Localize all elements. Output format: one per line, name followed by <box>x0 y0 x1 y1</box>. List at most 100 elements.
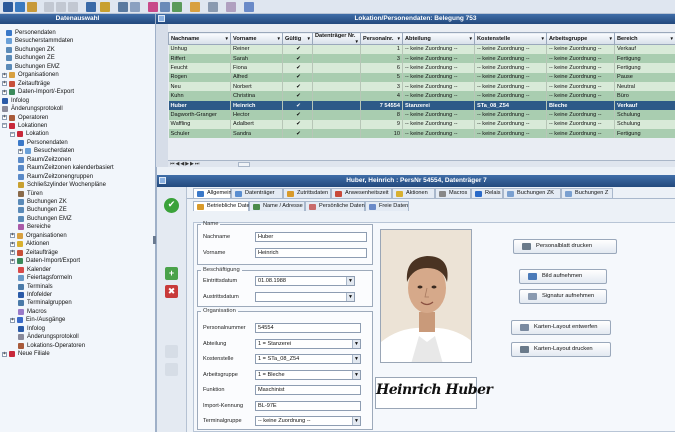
sort-dropdown-icon[interactable]: ▼ <box>541 36 545 41</box>
org-select[interactable]: 1 = Stanzerei ▼ <box>255 338 361 349</box>
table-icon[interactable] <box>160 2 170 12</box>
tree-item[interactable]: Raum/Zeitzonengruppen <box>18 173 93 181</box>
paste-icon[interactable] <box>68 2 78 12</box>
tree-item[interactable]: Türen <box>18 190 43 198</box>
karten-layout-entwerfen-button[interactable]: Karten-Layout entwerfen <box>511 320 611 335</box>
tree-item[interactable]: + Zeitaufträge <box>2 80 50 88</box>
report-icon[interactable] <box>208 2 218 12</box>
expand-icon[interactable]: + <box>10 250 15 256</box>
sort-dropdown-icon[interactable]: ▼ <box>609 36 613 41</box>
cut-icon[interactable] <box>44 2 54 12</box>
column-header[interactable]: Bereich ▼ <box>614 32 675 45</box>
copy-icon[interactable] <box>56 2 66 12</box>
table-row[interactable]: Huber Heinrich ✔ 7 54554 Stanzerei STa_08_Z54… <box>168 100 675 111</box>
expand-icon[interactable]: + <box>2 89 7 95</box>
tree-item[interactable]: Personendaten <box>18 139 68 147</box>
filter-icon[interactable] <box>148 2 158 12</box>
expand-icon[interactable]: + <box>2 115 7 120</box>
tab-macros[interactable]: Macros <box>435 188 471 198</box>
chevron-down-icon[interactable]: ▼ <box>352 417 360 425</box>
table-row[interactable]: Rogen Alfred ✔ 5 -- keine Zuordnung -- -- kei… <box>168 72 675 83</box>
column-header[interactable]: Arbeitsgruppe ▼ <box>546 32 615 45</box>
add-icon[interactable]: + <box>165 267 178 280</box>
confirm-icon[interactable]: ✔ <box>164 198 179 213</box>
window-icon[interactable] <box>130 2 140 12</box>
tree-item[interactable]: + Zeitaufträge <box>10 249 58 257</box>
tree-item[interactable]: Infolog <box>18 325 45 333</box>
sort-dropdown-icon[interactable]: ▼ <box>277 36 281 41</box>
expand-icon[interactable]: + <box>10 258 15 264</box>
column-header[interactable]: Vorname ▼ <box>230 32 283 45</box>
new-window-icon[interactable] <box>118 2 128 12</box>
column-header[interactable]: Kostenstelle ▼ <box>474 32 547 45</box>
table-row[interactable]: Schuler Sandra ✔ 10 -- keine Zuordnung -- -- … <box>168 129 675 139</box>
org-input[interactable]: Maschinist <box>255 385 361 395</box>
column-header[interactable]: Nachname ▼ <box>168 32 231 45</box>
tree-item[interactable]: − Lokation <box>10 130 49 138</box>
tree-item[interactable]: + Ein-/Ausgänge <box>10 316 65 324</box>
bild-aufnehmen-button[interactable]: Bild aufnehmen <box>519 269 607 284</box>
tree-item[interactable]: Terminalgruppen <box>18 299 72 307</box>
tree-item[interactable]: Raum/Zeitzonen <box>18 156 71 164</box>
tree-item[interactable]: Macros <box>18 308 47 316</box>
karten-layout-drucken-button[interactable]: Karten-Layout drucken <box>511 342 611 357</box>
org-select[interactable]: 1 = STa_08_Z54 ▼ <box>255 354 361 364</box>
column-header[interactable]: Abteilung ▼ <box>402 32 475 45</box>
save-all-icon[interactable] <box>15 2 25 12</box>
tree-item[interactable]: Buchungen ZE <box>18 206 67 214</box>
expand-icon[interactable]: + <box>2 81 7 87</box>
lastname-field[interactable]: Huber <box>255 232 367 242</box>
chevron-down-icon[interactable]: ▼ <box>352 339 360 348</box>
tree-item[interactable]: Personendaten <box>6 29 56 37</box>
firstname-field[interactable]: Heinrich <box>255 248 367 258</box>
entry-date-field[interactable]: 01.08.1988 ▼ <box>255 276 355 286</box>
expand-icon[interactable]: + <box>10 241 15 247</box>
org-select[interactable]: 1 = Bleche ▼ <box>255 369 361 380</box>
chevron-down-icon[interactable]: ▼ <box>346 277 354 285</box>
tree-item[interactable]: + Daten-Import/Export <box>10 257 80 265</box>
people-icon[interactable] <box>190 2 200 12</box>
chevron-down-icon[interactable]: ▼ <box>352 355 360 363</box>
sort-dropdown-icon[interactable]: ▼ <box>670 36 674 41</box>
subtab-betriebliche-daten[interactable]: Betriebliche Daten <box>193 201 253 211</box>
tree-item[interactable]: Raum/Zeitzonen kalenderbasiert <box>18 164 114 172</box>
delete-icon[interactable]: ✖ <box>165 285 178 298</box>
personalblatt-drucken-button[interactable]: Personalblatt drucken <box>513 239 617 254</box>
tree-item[interactable]: Besucherstammdaten <box>6 37 73 45</box>
expand-icon[interactable]: + <box>2 72 7 78</box>
tree-item[interactable]: − Lokationen <box>2 122 47 130</box>
sort-dropdown-icon[interactable]: ▼ <box>225 36 229 41</box>
table-row[interactable]: Unhug Reiner ✔ 1 -- keine Zuordnung -- -- kei… <box>168 44 675 54</box>
chevron-down-icon[interactable]: ▼ <box>346 293 354 301</box>
tab-buchungen-zk[interactable]: Buchungen ZK <box>503 188 561 198</box>
subtab-pers-nliche-daten[interactable]: Persönliche Daten <box>305 201 365 211</box>
tree-item[interactable]: Terminals <box>18 283 53 291</box>
tree-item[interactable]: + Organisationen <box>10 232 67 240</box>
tab-allgemein[interactable]: Allgemein <box>193 188 232 198</box>
tree-item[interactable]: Feiertagsformeln <box>18 274 72 282</box>
signatur-aufnehmen-button[interactable]: Signatur aufnehmen <box>519 289 607 304</box>
tab-relais[interactable]: Relais <box>471 188 503 198</box>
tools-icon[interactable] <box>226 2 236 12</box>
org-input[interactable]: 54554 <box>255 323 361 333</box>
tree-item[interactable]: Buchungen EMZ <box>18 215 72 223</box>
tab-aktionen[interactable]: Aktionen <box>392 188 435 198</box>
sort-dropdown-icon[interactable]: ▼ <box>469 36 473 41</box>
tree-item[interactable]: Infofelder <box>18 291 52 299</box>
chevron-down-icon[interactable]: ▼ <box>352 370 360 379</box>
tab-datentr-ger[interactable]: Datenträger <box>231 188 283 198</box>
exit-date-field[interactable]: ▼ <box>255 292 355 302</box>
tree-item[interactable]: Buchungen ZK <box>6 46 55 54</box>
tree-item[interactable]: + Neue Filiale <box>2 350 50 358</box>
tab-zutrittsdaten[interactable]: Zutrittsdaten <box>283 188 331 198</box>
help-icon[interactable] <box>244 2 254 12</box>
tree-item[interactable]: + Aktionen <box>10 240 49 248</box>
tab-buchungen-z[interactable]: Buchungen Z <box>561 188 613 198</box>
collapse-icon[interactable]: − <box>10 131 15 137</box>
subtab-freie-daten[interactable]: Freie Daten <box>365 201 409 211</box>
expand-icon[interactable]: + <box>10 317 15 323</box>
tree-item[interactable]: Änderungsprotokoll <box>2 105 63 113</box>
expand-icon[interactable]: + <box>10 233 15 239</box>
tree-item[interactable]: Buchungen ZK <box>18 198 67 206</box>
column-header[interactable]: Personalnr. ▼ <box>360 32 403 45</box>
